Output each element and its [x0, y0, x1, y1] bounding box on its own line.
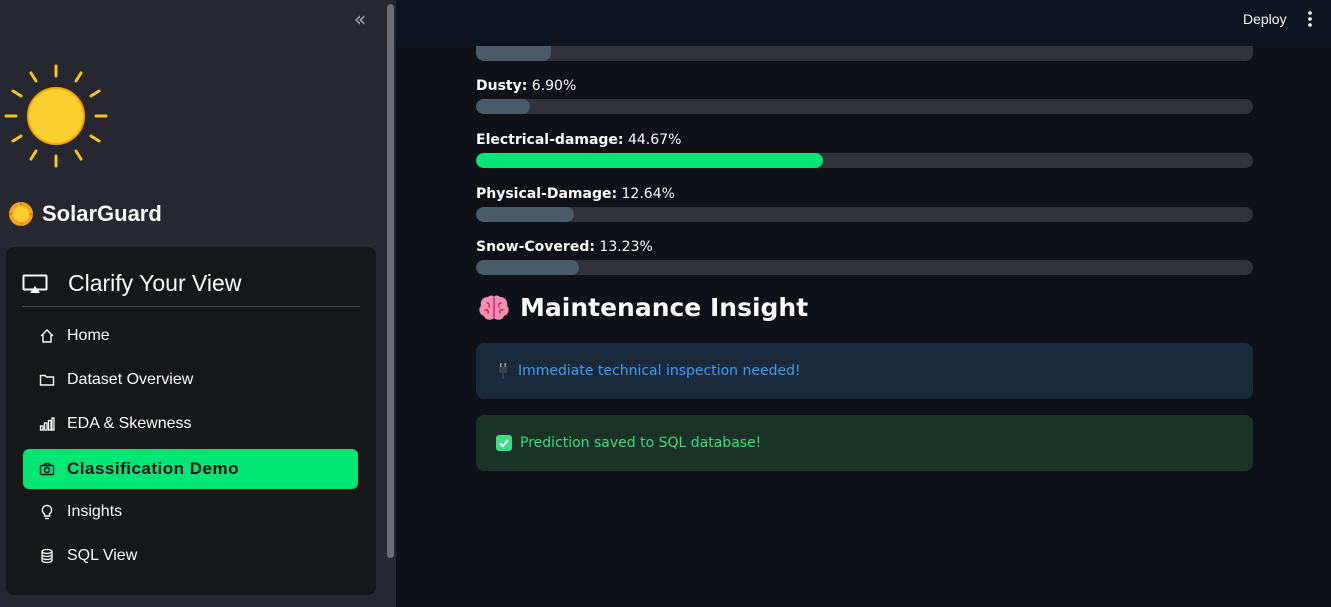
sidebar-item-label: Home	[67, 327, 110, 344]
class-name: Snow-Covered:	[476, 239, 595, 255]
probability-bar-track	[476, 46, 1253, 61]
sun-logo	[4, 64, 108, 168]
probability-bar-track	[476, 153, 1253, 168]
success-alert: Prediction saved to SQL database!	[476, 415, 1253, 471]
probability-row-physical-damage: Physical-Damage: 12.64%	[476, 183, 1253, 222]
probability-row-dusty: Dusty: 6.90%	[476, 75, 1253, 114]
sidebar-item-label: Dataset Overview	[67, 371, 194, 388]
plug-icon	[499, 363, 507, 379]
brain-icon	[479, 295, 509, 320]
nav-menu: Clarify Your View Home Dataset Overview …	[6, 247, 376, 595]
house-icon	[39, 328, 55, 344]
section-title: Maintenance Insight	[478, 293, 808, 322]
top-bar	[396, 0, 1331, 46]
class-probability: 13.23%	[599, 239, 653, 255]
probability-bar-track	[476, 99, 1253, 114]
probability-bar-track	[476, 207, 1253, 222]
brand: SolarGuard	[8, 201, 162, 227]
probability-bar-track	[476, 260, 1253, 275]
sidebar-item-insights[interactable]: Insights	[23, 492, 358, 532]
main-menu-icon[interactable]	[1302, 9, 1318, 29]
sidebar-item-label: SQL View	[67, 547, 138, 564]
sidebar-item-classification-demo[interactable]: Classification Demo	[23, 449, 358, 489]
class-name: Electrical-damage:	[476, 132, 624, 148]
probability-row-snow-covered: Snow-Covered: 13.23%	[476, 236, 1253, 275]
nav-header: Clarify Your View	[22, 261, 360, 307]
sidebar: « SolarGuard Clarify Your View Home Data…	[0, 0, 396, 607]
success-alert-text: Prediction saved to SQL database!	[520, 435, 762, 451]
class-name: Dusty:	[476, 78, 528, 94]
bar-chart-icon	[39, 416, 55, 432]
sidebar-item-label: Classification Demo	[67, 459, 239, 478]
sidebar-item-dataset-overview[interactable]: Dataset Overview	[23, 360, 358, 400]
collapse-sidebar-icon[interactable]: «	[348, 8, 372, 30]
sidebar-item-sql-view[interactable]: SQL View	[23, 536, 358, 576]
sun-emoji-icon	[9, 202, 33, 226]
class-probability: 12.64%	[621, 186, 675, 202]
probability-bar-fill	[476, 46, 551, 61]
class-probability: 44.67%	[627, 132, 682, 148]
probability-bar-fill	[476, 153, 824, 168]
check-mark-icon	[496, 435, 512, 451]
nav-title: Clarify Your View	[68, 270, 242, 296]
probability-bar-fill	[476, 99, 530, 114]
sidebar-item-label: Insights	[67, 503, 123, 520]
sidebar-item-home[interactable]: Home	[23, 316, 358, 356]
class-name: Physical-Damage:	[476, 186, 618, 202]
sidebar-item-label: EDA & Skewness	[67, 415, 192, 432]
sidebar-item-eda[interactable]: EDA & Skewness	[23, 404, 358, 444]
info-alert: Immediate technical inspection needed!	[476, 343, 1253, 399]
folder-icon	[39, 372, 55, 388]
display-icon	[22, 274, 48, 293]
sidebar-scroll-thumb[interactable]	[387, 4, 394, 558]
info-alert-text: Immediate technical inspection needed!	[518, 363, 801, 379]
probability-row-electrical-damage: Electrical-damage: 44.67%	[476, 129, 1253, 168]
camera-icon	[39, 461, 55, 477]
probability-bar-fill	[476, 260, 579, 275]
lightbulb-icon	[39, 504, 55, 520]
database-icon	[39, 548, 55, 564]
probability-bar-fill	[476, 207, 575, 222]
deploy-button[interactable]: Deploy	[1235, 9, 1295, 29]
class-probability: 6.90%	[531, 78, 577, 94]
brand-title: SolarGuard	[42, 201, 162, 226]
section-title-text: Maintenance Insight	[520, 293, 809, 322]
